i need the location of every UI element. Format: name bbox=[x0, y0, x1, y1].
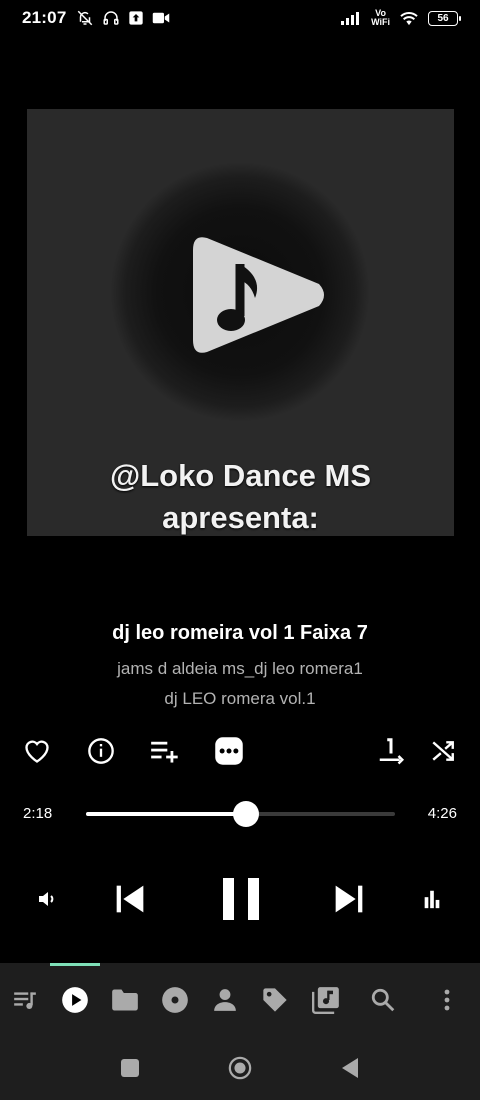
nav-albums[interactable] bbox=[160, 985, 190, 1015]
signal-icon bbox=[341, 12, 360, 25]
info-icon bbox=[88, 738, 114, 764]
clock: 21:07 bbox=[22, 8, 67, 27]
more-icon bbox=[215, 737, 243, 765]
home-button[interactable] bbox=[228, 1056, 252, 1080]
search-icon bbox=[371, 988, 395, 1012]
artist-icon bbox=[214, 989, 236, 1011]
more-options-button[interactable] bbox=[214, 736, 244, 766]
shuffle-button[interactable] bbox=[428, 736, 458, 766]
track-actions bbox=[0, 730, 480, 770]
video-camera-icon bbox=[153, 12, 170, 24]
system-navigation bbox=[0, 1036, 480, 1100]
nav-folders[interactable] bbox=[110, 985, 140, 1015]
seek-bar[interactable] bbox=[86, 801, 395, 827]
track-artist[interactable]: jams d aldeia ms_dj leo romera1 bbox=[0, 659, 480, 679]
track-album[interactable]: dj LEO romera vol.1 bbox=[0, 689, 480, 709]
vowifi-indicator: Vo WiFi bbox=[371, 8, 390, 27]
nav-queue[interactable] bbox=[10, 985, 40, 1015]
equalizer-icon bbox=[424, 890, 440, 909]
music-play-logo-icon bbox=[193, 237, 324, 353]
headphones-icon bbox=[103, 11, 119, 25]
tag-icon bbox=[263, 988, 287, 1012]
album-icon bbox=[162, 987, 188, 1013]
recents-icon bbox=[121, 1059, 139, 1077]
wifi-icon bbox=[400, 12, 418, 26]
battery-indicator: 56 bbox=[428, 10, 461, 26]
nav-now-playing[interactable] bbox=[60, 985, 90, 1015]
volume-button[interactable] bbox=[33, 884, 63, 914]
art-caption: @Loko Dance MS apresenta: bbox=[109, 458, 372, 535]
overflow-menu-icon bbox=[444, 989, 450, 1011]
info-button[interactable] bbox=[86, 736, 116, 766]
upload-icon bbox=[129, 11, 144, 25]
volume-icon bbox=[39, 892, 54, 906]
nav-overflow-menu[interactable] bbox=[432, 985, 462, 1015]
skip-previous-icon bbox=[116, 885, 144, 913]
total-time: 4:26 bbox=[427, 805, 457, 822]
seek-bar-thumb[interactable] bbox=[233, 801, 260, 827]
back-button[interactable] bbox=[338, 1056, 362, 1080]
repeat-button[interactable] bbox=[376, 736, 406, 766]
add-to-playlist-button[interactable] bbox=[150, 736, 180, 766]
next-button[interactable] bbox=[331, 880, 367, 918]
favorite-button[interactable] bbox=[22, 736, 52, 766]
shuffle-icon bbox=[432, 741, 454, 761]
queue-icon bbox=[14, 992, 36, 1009]
folder-icon bbox=[112, 989, 138, 1011]
seek-bar-fill bbox=[86, 812, 247, 816]
repeat-one-icon bbox=[379, 738, 405, 765]
nav-search[interactable] bbox=[368, 985, 398, 1015]
bottom-nav bbox=[0, 963, 480, 1036]
back-icon bbox=[342, 1058, 358, 1078]
pause-icon bbox=[223, 878, 259, 920]
skip-next-icon bbox=[335, 885, 363, 913]
previous-button[interactable] bbox=[112, 880, 148, 918]
nav-artists[interactable] bbox=[210, 985, 240, 1015]
play-pause-button[interactable] bbox=[218, 874, 264, 924]
status-bar: 21:07 Vo WiFi 56 bbox=[0, 0, 480, 36]
active-tab-indicator bbox=[50, 963, 100, 966]
home-icon bbox=[228, 1056, 252, 1080]
recents-button[interactable] bbox=[118, 1056, 142, 1080]
heart-icon bbox=[25, 740, 49, 763]
now-playing-icon bbox=[62, 987, 88, 1013]
library-icon bbox=[312, 987, 339, 1014]
track-title: dj leo romeira vol 1 Faixa 7 bbox=[112, 622, 368, 644]
notifications-off-icon bbox=[78, 10, 93, 26]
nav-library[interactable] bbox=[311, 985, 341, 1015]
elapsed-time: 2:18 bbox=[23, 805, 53, 822]
album-art: @Loko Dance MS apresenta: bbox=[27, 109, 454, 536]
add-to-playlist-icon bbox=[151, 741, 178, 763]
nav-genres[interactable] bbox=[260, 985, 290, 1015]
equalizer-button[interactable] bbox=[417, 884, 447, 914]
